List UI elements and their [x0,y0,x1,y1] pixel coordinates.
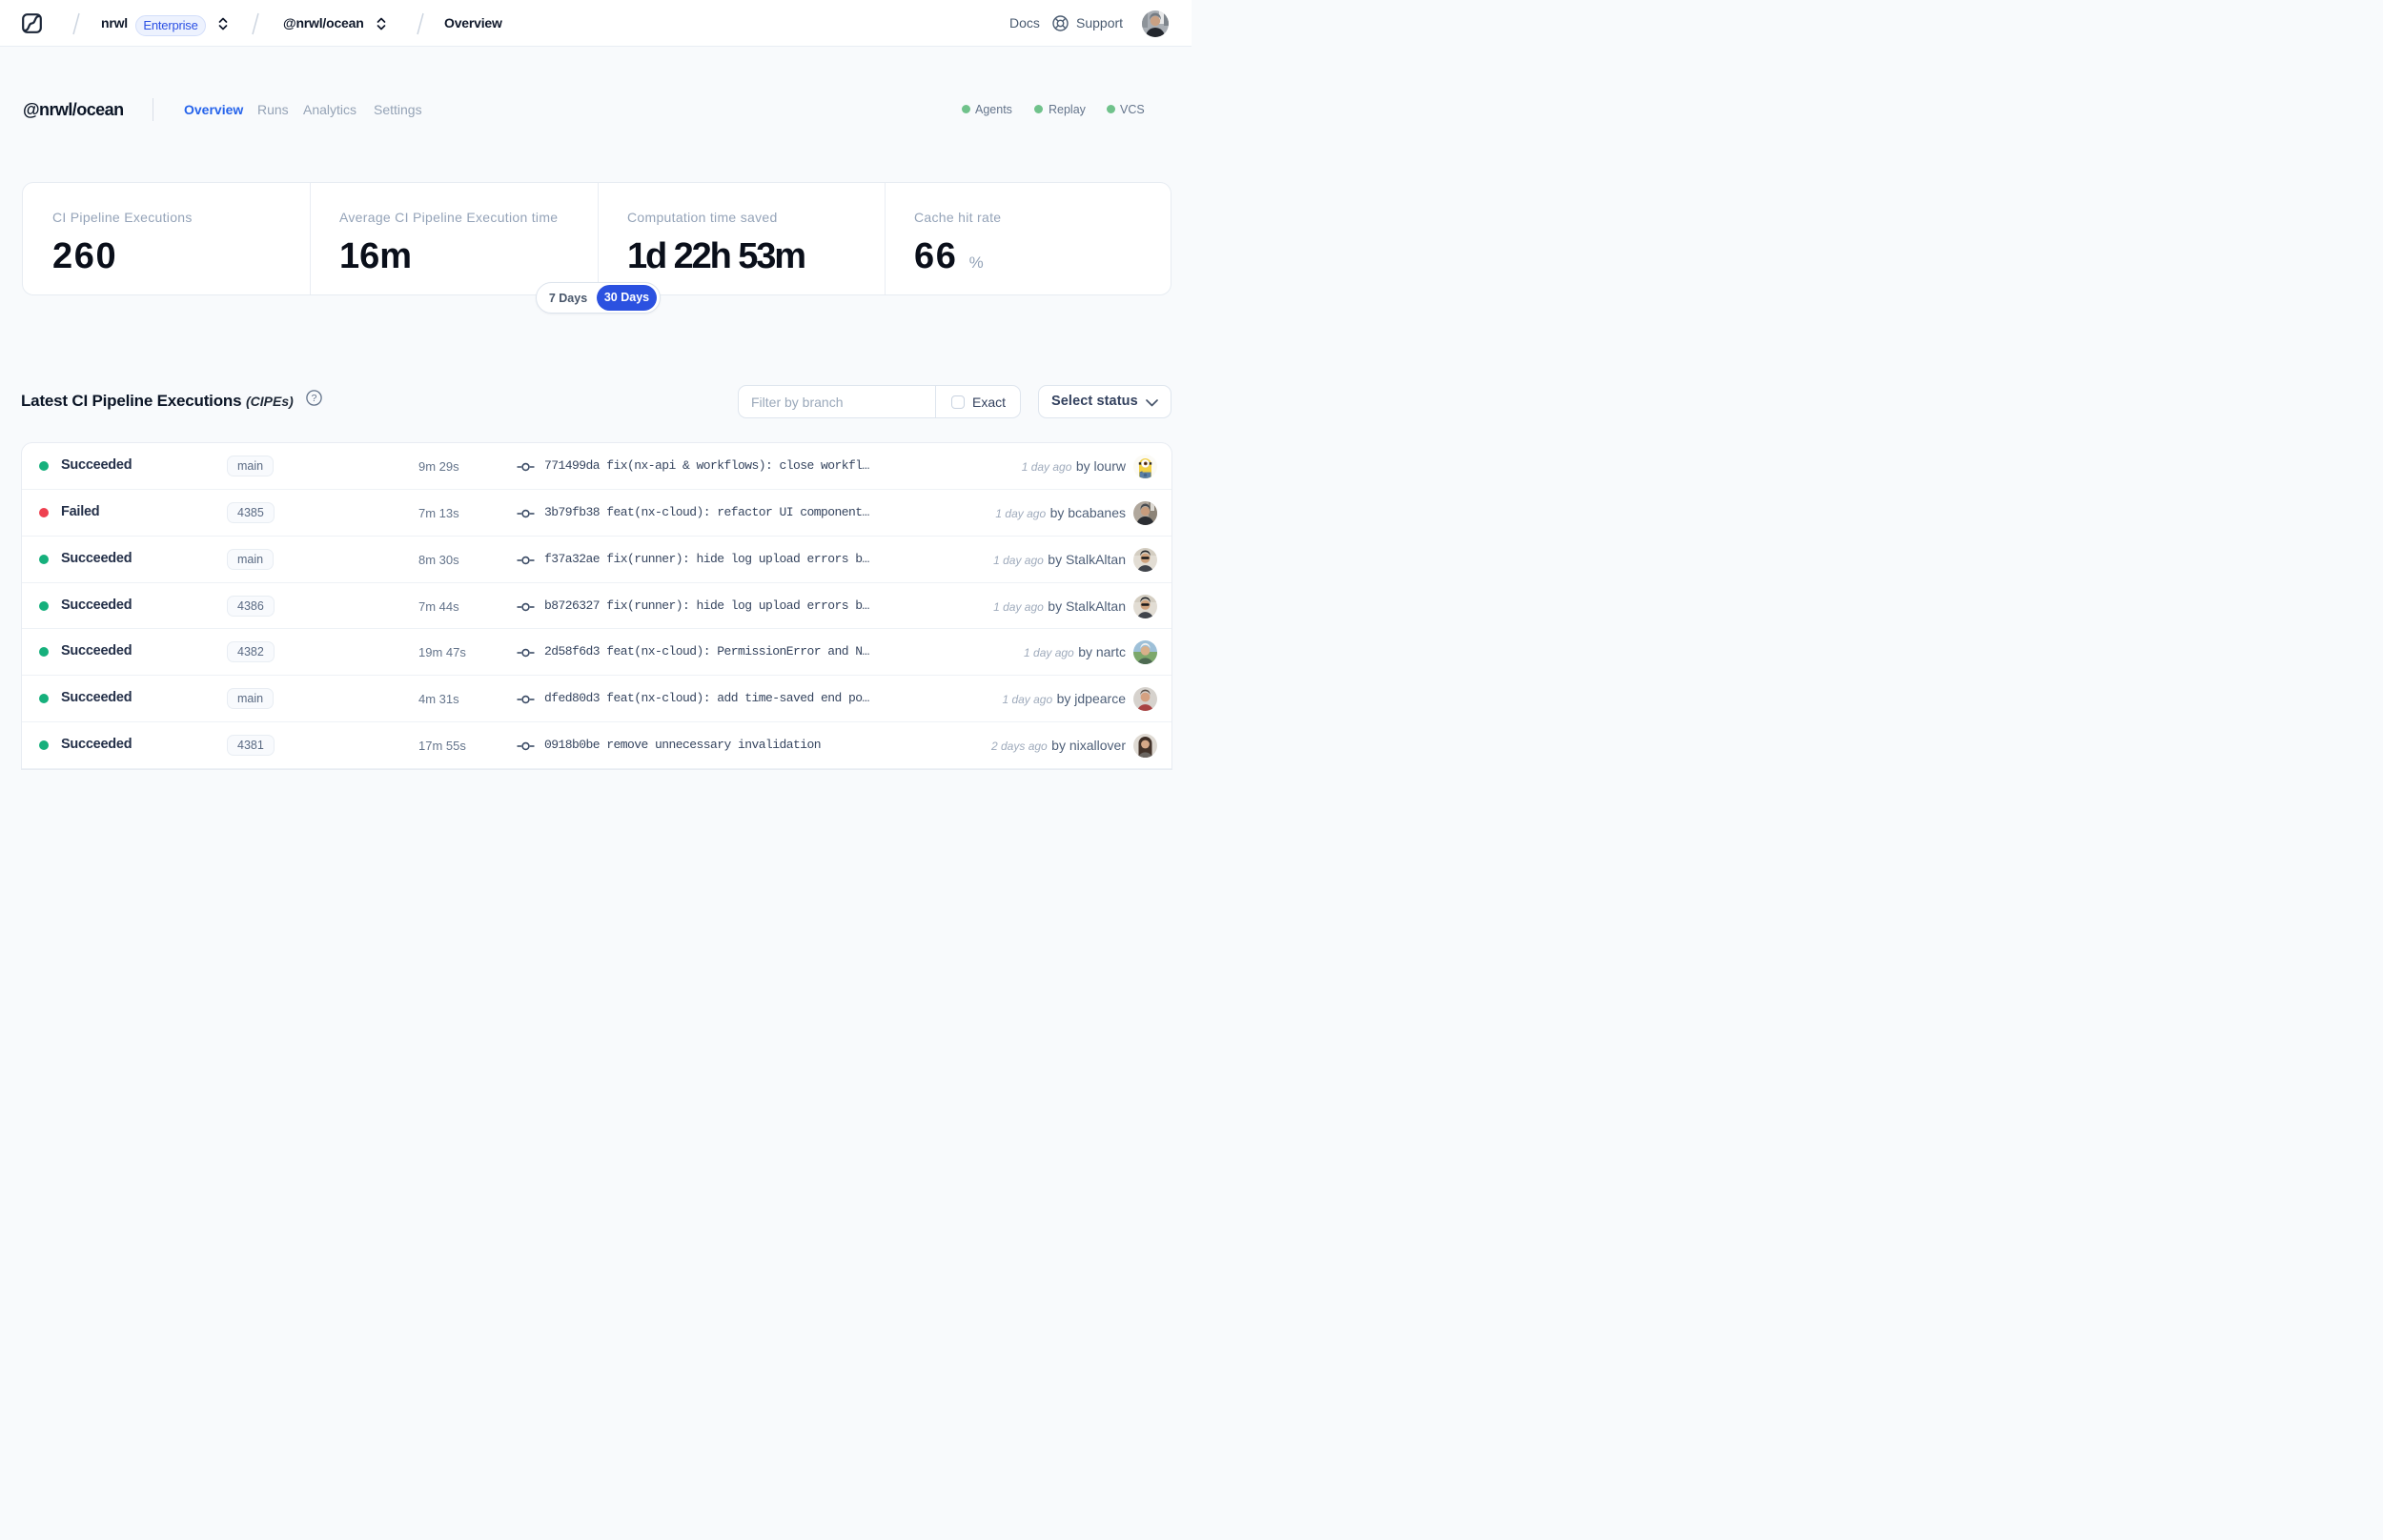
svg-text:?: ? [312,393,317,404]
